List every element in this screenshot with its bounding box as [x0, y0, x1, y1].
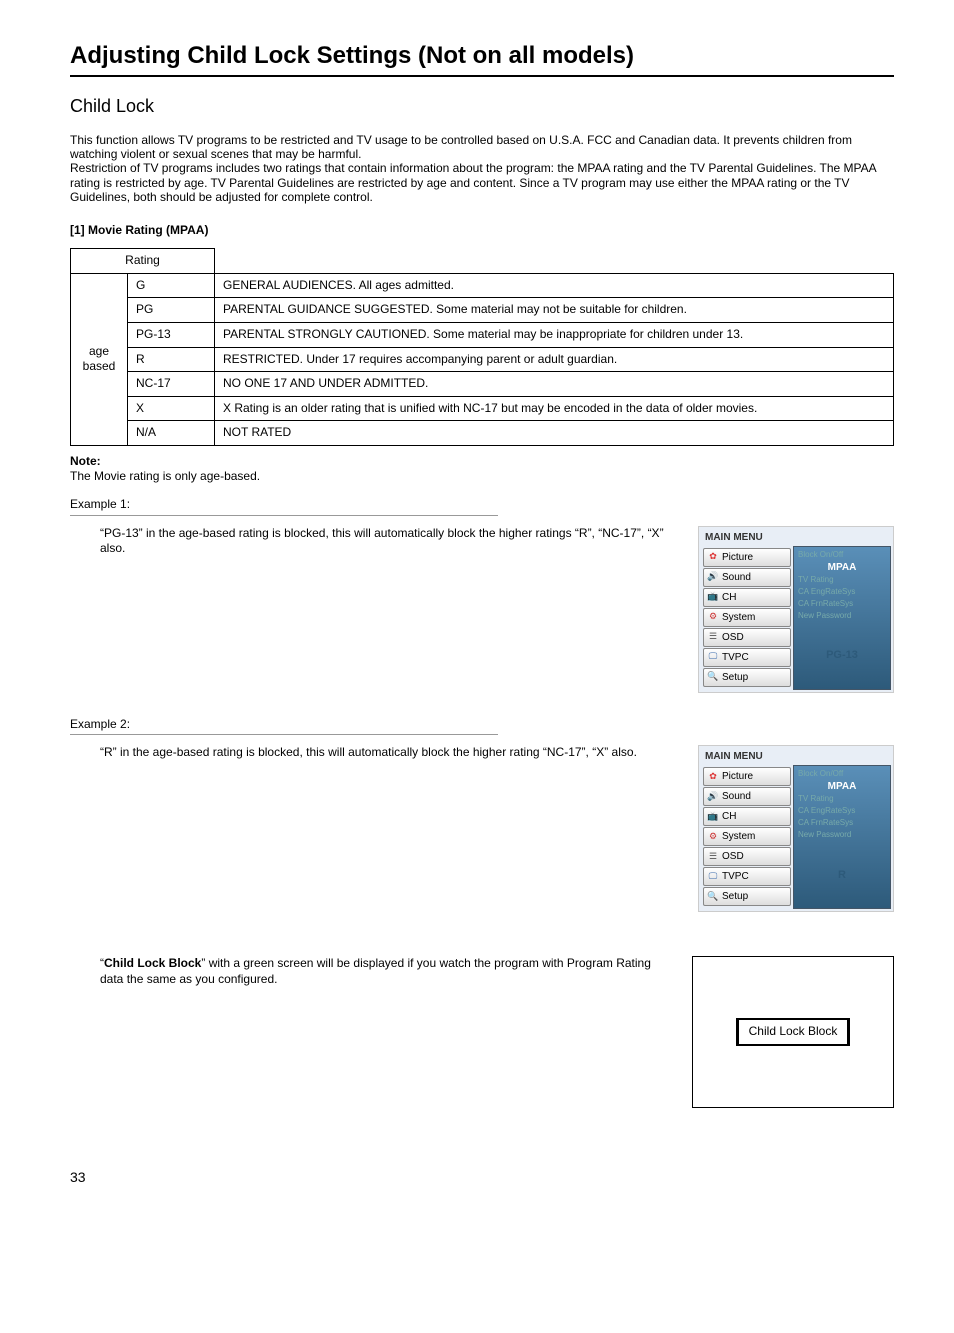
- lock-text: “Child Lock Block” with a green screen w…: [70, 956, 672, 987]
- rating-code: PG: [128, 298, 215, 323]
- setup-icon: 🔍: [707, 671, 719, 683]
- ch-icon: 📺: [707, 811, 719, 823]
- setup-icon: 🔍: [707, 891, 719, 903]
- menu-item-picture: ✿Picture: [703, 548, 791, 567]
- menu-item-osd: ☰OSD: [703, 628, 791, 647]
- sound-icon: 🔊: [707, 791, 719, 803]
- picture-icon: ✿: [707, 771, 719, 783]
- note-text: The Movie rating is only age-based.: [70, 469, 260, 483]
- menu-item-setup: 🔍Setup: [703, 887, 791, 906]
- osd-icon: ☰: [707, 631, 719, 643]
- rating-code: X: [128, 396, 215, 421]
- menu-caeng: CA EngRateSys: [798, 586, 886, 598]
- rating-desc: NO ONE 17 AND UNDER ADMITTED.: [215, 372, 894, 397]
- example1-text: “PG-13” in the age-based rating is block…: [70, 526, 678, 557]
- page-number: 33: [70, 1168, 894, 1186]
- rating-code: N/A: [128, 421, 215, 446]
- menu-item-ch: 📺CH: [703, 807, 791, 826]
- menu-item-tvpc: 🖵TVPC: [703, 867, 791, 886]
- divider: [70, 515, 498, 516]
- menu-item-sound: 🔊Sound: [703, 787, 791, 806]
- menu-mpaa: MPAA: [798, 561, 886, 574]
- sound-icon: 🔊: [707, 571, 719, 583]
- menu-cafrn: CA FrnRateSys: [798, 598, 886, 610]
- system-icon: ⚙: [707, 831, 719, 843]
- tvpc-icon: 🖵: [707, 651, 719, 663]
- menu-tvrating: TV Rating: [798, 574, 886, 586]
- menu-left: ✿Picture 🔊Sound 📺CH ⚙System ☰OSD 🖵TVPC 🔍…: [701, 765, 793, 909]
- menu-title: MAIN MENU: [701, 529, 891, 546]
- menu-right: Block On/Off MPAA TV Rating CA EngRateSy…: [793, 546, 891, 690]
- menu-badge: PG-13: [798, 622, 886, 687]
- menu-item-system: ⚙System: [703, 608, 791, 627]
- example2-text: “R” in the age-based rating is blocked, …: [70, 745, 678, 761]
- menu-caeng: CA EngRateSys: [798, 805, 886, 817]
- page-title: Adjusting Child Lock Settings (Not on al…: [70, 40, 894, 77]
- menu-cafrn: CA FrnRateSys: [798, 817, 886, 829]
- menu-title: MAIN MENU: [701, 748, 891, 765]
- rating-code: R: [128, 347, 215, 372]
- rating-table: Rating age based G GENERAL AUDIENCES. Al…: [70, 248, 894, 446]
- tvpc-icon: 🖵: [707, 871, 719, 883]
- menu-blockonoff: Block On/Off: [798, 768, 886, 780]
- menu-item-sound: 🔊Sound: [703, 568, 791, 587]
- osd-icon: ☰: [707, 851, 719, 863]
- menu-blockonoff: Block On/Off: [798, 549, 886, 561]
- menu-mpaa: MPAA: [798, 780, 886, 793]
- example2-label: Example 2:: [70, 717, 894, 733]
- rating-desc: GENERAL AUDIENCES. All ages admitted.: [215, 273, 894, 298]
- rating-desc: X Rating is an older rating that is unif…: [215, 396, 894, 421]
- system-icon: ⚙: [707, 611, 719, 623]
- note: Note: The Movie rating is only age-based…: [70, 454, 894, 485]
- example1-label: Example 1:: [70, 497, 894, 513]
- menu-item-ch: 📺CH: [703, 588, 791, 607]
- note-label: Note:: [70, 454, 101, 468]
- menu-left: ✿Picture 🔊Sound 📺CH ⚙System ☰OSD 🖵TVPC 🔍…: [701, 546, 793, 690]
- rating-desc: NOT RATED: [215, 421, 894, 446]
- menu-right: Block On/Off MPAA TV Rating CA EngRateSy…: [793, 765, 891, 909]
- lock-block: Child Lock Block: [692, 956, 894, 1108]
- ch-icon: 📺: [707, 591, 719, 603]
- menu-box-2: MAIN MENU ✿Picture 🔊Sound 📺CH ⚙System ☰O…: [698, 745, 894, 912]
- rating-header: Rating: [71, 249, 215, 274]
- menu-tvrating: TV Rating: [798, 793, 886, 805]
- rating-desc: PARENTAL STRONGLY CAUTIONED. Some materi…: [215, 322, 894, 347]
- rating-code: G: [128, 273, 215, 298]
- intro-text: This function allows TV programs to be r…: [70, 133, 894, 205]
- menu-item-osd: ☰OSD: [703, 847, 791, 866]
- menu-box-1: MAIN MENU ✿Picture 🔊Sound 📺CH ⚙System ☰O…: [698, 526, 894, 693]
- movie-rating-title: [1] Movie Rating (MPAA): [70, 223, 894, 239]
- rating-desc: RESTRICTED. Under 17 requires accompanyi…: [215, 347, 894, 372]
- rating-code: NC-17: [128, 372, 215, 397]
- menu-item-picture: ✿Picture: [703, 767, 791, 786]
- menu-newpw: New Password: [798, 829, 886, 841]
- age-based-label: age based: [71, 273, 128, 445]
- lock-inner: Child Lock Block: [736, 1018, 851, 1046]
- rating-desc: PARENTAL GUIDANCE SUGGESTED. Some materi…: [215, 298, 894, 323]
- picture-icon: ✿: [707, 551, 719, 563]
- rating-header-blank: [215, 249, 894, 274]
- section-title: Child Lock: [70, 95, 894, 118]
- menu-item-system: ⚙System: [703, 827, 791, 846]
- rating-code: PG-13: [128, 322, 215, 347]
- menu-badge: R: [798, 841, 886, 906]
- divider: [70, 734, 498, 735]
- menu-newpw: New Password: [798, 610, 886, 622]
- menu-item-setup: 🔍Setup: [703, 668, 791, 687]
- menu-item-tvpc: 🖵TVPC: [703, 648, 791, 667]
